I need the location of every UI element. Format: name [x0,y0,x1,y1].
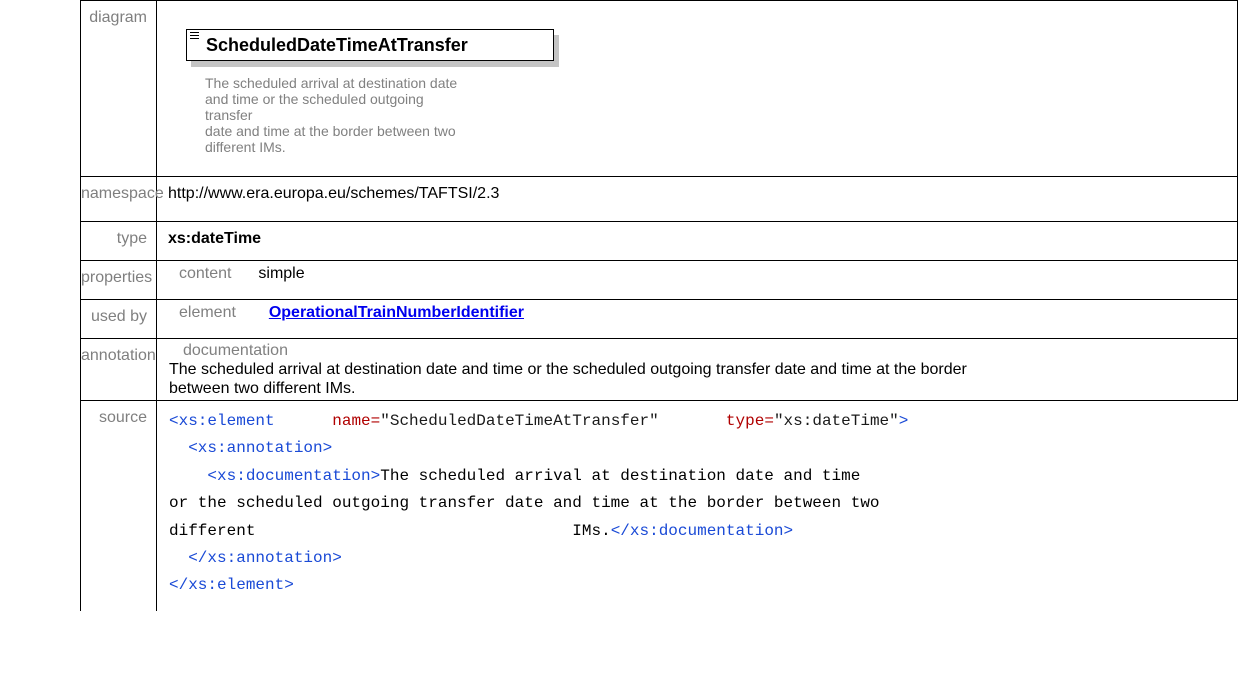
row-label: diagram [80,0,157,177]
row-label: annotation [80,338,157,401]
element-diagram: ScheduledDateTimeAtTransfer The schedule… [186,29,566,155]
row-source: source <xs:element name="ScheduledDateTi… [80,400,1238,611]
annotation-line: between two different IMs. [169,380,356,397]
schema-doc-table: diagram ScheduledDateTimeAtTransfer The … [80,0,1238,611]
annotation-cell: documentation The scheduled arrival at d… [156,338,1238,401]
used-by-key: element [179,304,236,321]
diagram-description-line: and time or the scheduled outgoing trans… [205,91,424,123]
row-label: namespace [80,176,164,222]
annotation-key: documentation [183,342,288,359]
source-line-4: or the scheduled outgoing transfer date … [169,494,880,513]
properties-key: content [179,265,232,282]
annotation-line: The scheduled arrival at destination dat… [169,361,967,378]
diagram-description-line: date and time at the border between two [205,123,456,139]
namespace-value: http://www.era.europa.eu/schemes/TAFTSI/… [156,176,1238,222]
row-label: type [80,221,157,261]
diagram-description: The scheduled arrival at destination dat… [205,75,460,155]
row-annotation: annotation documentation The scheduled a… [80,338,1238,401]
source-line-5: different IMs.</xs:documentation> [169,521,794,540]
source-code: <xs:element name="ScheduledDateTimeAtTra… [156,400,1238,611]
row-label: properties [80,260,157,300]
row-label: source [80,400,157,611]
row-diagram: diagram ScheduledDateTimeAtTransfer The … [80,0,1238,177]
element-lines-icon [190,32,200,40]
source-line-7: </xs:element> [169,576,294,595]
type-value: xs:dateTime [156,221,1238,261]
diagram-element-name: ScheduledDateTimeAtTransfer [206,35,468,55]
diagram-element-box[interactable]: ScheduledDateTimeAtTransfer [186,29,554,61]
diagram-description-line: The scheduled arrival at destination dat… [205,75,458,91]
properties-value: simple [258,265,305,282]
source-line-6: </xs:annotation> [188,549,342,568]
used-by-cell: element OperationalTrainNumberIdentifier [156,299,1238,339]
diagram-cell: ScheduledDateTimeAtTransfer The schedule… [156,0,1238,177]
row-properties: properties content simple [80,260,1238,300]
source-line-1: <xs:element name="ScheduledDateTimeAtTra… [169,412,909,430]
row-used-by: used by element OperationalTrainNumberId… [80,299,1238,339]
used-by-link[interactable]: OperationalTrainNumberIdentifier [269,304,524,321]
row-namespace: namespace http://www.era.europa.eu/schem… [80,176,1238,222]
source-line-3: <xs:documentation>The scheduled arrival … [207,466,861,485]
diagram-description-line: different IMs. [205,139,286,155]
row-label: used by [80,299,157,339]
properties-cell: content simple [156,260,1238,300]
row-type: type xs:dateTime [80,221,1238,261]
source-line-2: <xs:annotation> [188,439,333,458]
